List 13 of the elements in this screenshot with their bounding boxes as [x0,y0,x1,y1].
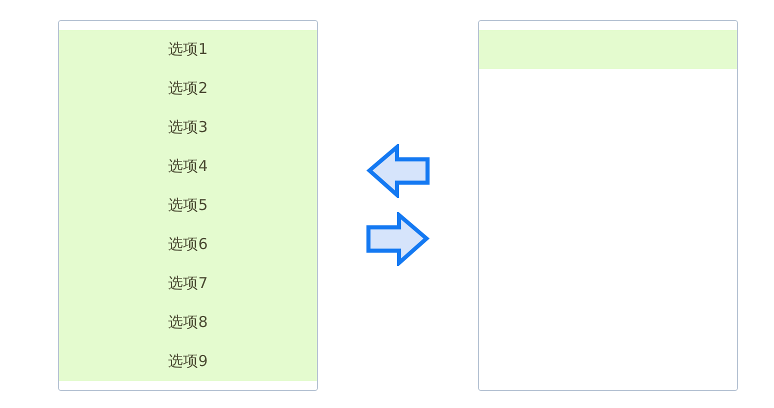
move-right-button[interactable] [366,212,430,266]
list-item[interactable]: 选项5 [59,186,317,225]
list-item[interactable]: 选项9 [59,342,317,381]
left-arrow-icon [366,144,430,198]
list-item[interactable]: 选项8 [59,303,317,342]
list-item[interactable]: 选项1 [59,30,317,69]
list-item[interactable]: 选项2 [59,69,317,108]
list-item[interactable]: 选项4 [59,147,317,186]
right-arrow-icon [366,212,430,266]
list-item[interactable]: 选项3 [59,108,317,147]
list-item[interactable]: 选项7 [59,264,317,303]
list-item[interactable]: 选项6 [59,225,317,264]
move-left-button[interactable] [366,144,430,198]
